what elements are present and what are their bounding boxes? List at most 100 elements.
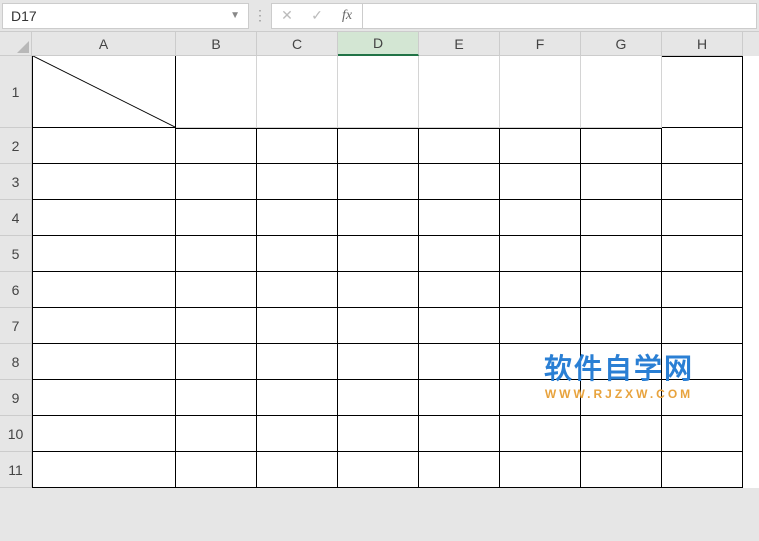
cell-D4[interactable] bbox=[338, 200, 419, 236]
cell-G3[interactable] bbox=[581, 164, 662, 200]
row-header-5[interactable]: 5 bbox=[0, 236, 32, 272]
cell-E1[interactable] bbox=[419, 56, 500, 128]
cell-E6[interactable] bbox=[419, 272, 500, 308]
cell-F1[interactable] bbox=[500, 56, 581, 128]
cell-F11[interactable] bbox=[500, 452, 581, 488]
cell-G2[interactable] bbox=[581, 128, 662, 164]
cell-B8[interactable] bbox=[176, 344, 257, 380]
row-header-8[interactable]: 8 bbox=[0, 344, 32, 380]
cell-D3[interactable] bbox=[338, 164, 419, 200]
cell-H7[interactable] bbox=[662, 308, 743, 344]
formula-input[interactable] bbox=[363, 3, 757, 29]
cell-E8[interactable] bbox=[419, 344, 500, 380]
cell-F2[interactable] bbox=[500, 128, 581, 164]
cell-D2[interactable] bbox=[338, 128, 419, 164]
column-header-B[interactable]: B bbox=[176, 32, 257, 56]
cell-B11[interactable] bbox=[176, 452, 257, 488]
cell-F7[interactable] bbox=[500, 308, 581, 344]
cell-F6[interactable] bbox=[500, 272, 581, 308]
cell-A11[interactable] bbox=[32, 452, 176, 488]
column-header-A[interactable]: A bbox=[32, 32, 176, 56]
cell-E4[interactable] bbox=[419, 200, 500, 236]
cell-F8[interactable] bbox=[500, 344, 581, 380]
cell-C1[interactable] bbox=[257, 56, 338, 128]
cell-A5[interactable] bbox=[32, 236, 176, 272]
column-header-F[interactable]: F bbox=[500, 32, 581, 56]
cell-F4[interactable] bbox=[500, 200, 581, 236]
column-header-E[interactable]: E bbox=[419, 32, 500, 56]
cell-H4[interactable] bbox=[662, 200, 743, 236]
cell-D5[interactable] bbox=[338, 236, 419, 272]
select-all-corner[interactable] bbox=[0, 32, 32, 56]
row-header-11[interactable]: 11 bbox=[0, 452, 32, 488]
cell-C7[interactable] bbox=[257, 308, 338, 344]
cell-D6[interactable] bbox=[338, 272, 419, 308]
cell-G9[interactable] bbox=[581, 380, 662, 416]
cell-F3[interactable] bbox=[500, 164, 581, 200]
cell-B10[interactable] bbox=[176, 416, 257, 452]
cell-E11[interactable] bbox=[419, 452, 500, 488]
row-header-1[interactable]: 1 bbox=[0, 56, 32, 128]
row-header-2[interactable]: 2 bbox=[0, 128, 32, 164]
row-header-9[interactable]: 9 bbox=[0, 380, 32, 416]
cell-A1[interactable] bbox=[32, 56, 176, 128]
cell-C10[interactable] bbox=[257, 416, 338, 452]
cell-A10[interactable] bbox=[32, 416, 176, 452]
cell-C6[interactable] bbox=[257, 272, 338, 308]
column-header-C[interactable]: C bbox=[257, 32, 338, 56]
name-box[interactable]: D17 ▼ bbox=[2, 3, 249, 29]
cell-E9[interactable] bbox=[419, 380, 500, 416]
cell-D7[interactable] bbox=[338, 308, 419, 344]
cell-C2[interactable] bbox=[257, 128, 338, 164]
cell-H6[interactable] bbox=[662, 272, 743, 308]
insert-function-button[interactable]: fx bbox=[332, 4, 362, 28]
cell-G4[interactable] bbox=[581, 200, 662, 236]
cell-A3[interactable] bbox=[32, 164, 176, 200]
column-header-D[interactable]: D bbox=[338, 32, 419, 56]
cell-E5[interactable] bbox=[419, 236, 500, 272]
row-header-6[interactable]: 6 bbox=[0, 272, 32, 308]
enter-button[interactable]: ✓ bbox=[302, 4, 332, 28]
cell-F9[interactable] bbox=[500, 380, 581, 416]
cell-B1[interactable] bbox=[176, 56, 257, 128]
row-header-3[interactable]: 3 bbox=[0, 164, 32, 200]
cell-C5[interactable] bbox=[257, 236, 338, 272]
cell-B9[interactable] bbox=[176, 380, 257, 416]
cell-G6[interactable] bbox=[581, 272, 662, 308]
cell-E2[interactable] bbox=[419, 128, 500, 164]
cell-D1[interactable] bbox=[338, 56, 419, 128]
cell-G1[interactable] bbox=[581, 56, 662, 128]
cell-D9[interactable] bbox=[338, 380, 419, 416]
cell-D11[interactable] bbox=[338, 452, 419, 488]
cell-B3[interactable] bbox=[176, 164, 257, 200]
cell-A9[interactable] bbox=[32, 380, 176, 416]
cell-A2[interactable] bbox=[32, 128, 176, 164]
dropdown-icon[interactable]: ▼ bbox=[230, 10, 240, 21]
cell-H5[interactable] bbox=[662, 236, 743, 272]
cell-C8[interactable] bbox=[257, 344, 338, 380]
cell-H3[interactable] bbox=[662, 164, 743, 200]
cell-D8[interactable] bbox=[338, 344, 419, 380]
cell-E3[interactable] bbox=[419, 164, 500, 200]
cell-B5[interactable] bbox=[176, 236, 257, 272]
row-header-4[interactable]: 4 bbox=[0, 200, 32, 236]
cell-F5[interactable] bbox=[500, 236, 581, 272]
cell-B2[interactable] bbox=[176, 128, 257, 164]
cell-H10[interactable] bbox=[662, 416, 743, 452]
cell-G7[interactable] bbox=[581, 308, 662, 344]
cell-C3[interactable] bbox=[257, 164, 338, 200]
cell-E10[interactable] bbox=[419, 416, 500, 452]
cell-G8[interactable] bbox=[581, 344, 662, 380]
cell-H1[interactable] bbox=[662, 56, 743, 128]
cell-H8[interactable] bbox=[662, 344, 743, 380]
cell-H2[interactable] bbox=[662, 128, 743, 164]
cell-H9[interactable] bbox=[662, 380, 743, 416]
cell-G11[interactable] bbox=[581, 452, 662, 488]
cell-B7[interactable] bbox=[176, 308, 257, 344]
cell-E7[interactable] bbox=[419, 308, 500, 344]
cell-G10[interactable] bbox=[581, 416, 662, 452]
cell-B4[interactable] bbox=[176, 200, 257, 236]
row-header-10[interactable]: 10 bbox=[0, 416, 32, 452]
cell-H11[interactable] bbox=[662, 452, 743, 488]
cell-A4[interactable] bbox=[32, 200, 176, 236]
